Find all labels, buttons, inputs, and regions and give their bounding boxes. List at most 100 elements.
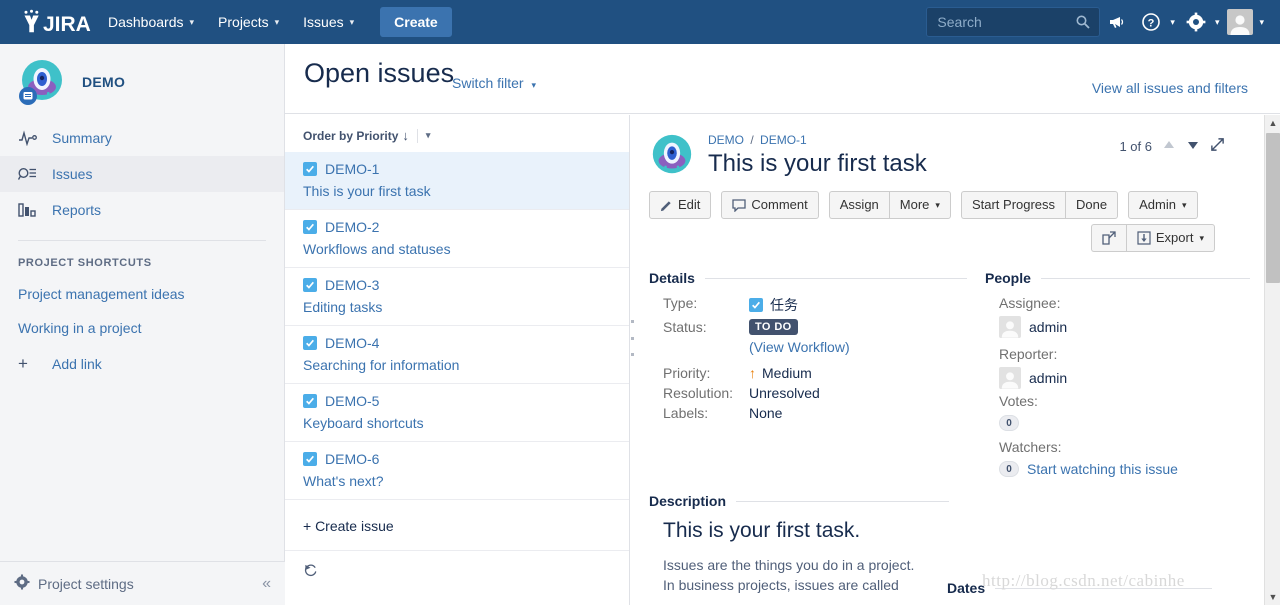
issue-key: DEMO-1 xyxy=(325,161,380,177)
add-link-button[interactable]: + Add link xyxy=(0,345,284,383)
pager-count: 1 of 6 xyxy=(1119,138,1152,154)
assignee-value-row[interactable]: admin xyxy=(985,316,1250,338)
chevron-down-icon: ▾ xyxy=(1199,233,1204,243)
jira-logo[interactable]: JIRA xyxy=(0,9,96,35)
field-type: Type: 任务 xyxy=(649,295,967,315)
task-type-icon xyxy=(749,298,763,312)
comment-button[interactable]: Comment xyxy=(721,191,819,219)
field-status: Status: TO DO xyxy=(649,319,967,335)
status-label: Status: xyxy=(663,319,707,335)
task-type-icon xyxy=(303,336,317,350)
share-button[interactable] xyxy=(1090,224,1126,252)
settings-menu[interactable]: ▾ xyxy=(1179,0,1224,44)
nav-dashboards[interactable]: Dashboards ▾ xyxy=(96,0,206,44)
more-label: More xyxy=(899,197,930,212)
view-all-issues-link[interactable]: View all issues and filters xyxy=(1092,80,1248,96)
issue-type-avatar-icon xyxy=(649,133,695,179)
issue-title: This is your first task xyxy=(708,150,927,177)
help-icon: ? xyxy=(1134,0,1168,44)
profile-menu[interactable]: ▾ xyxy=(1223,0,1268,44)
bar-chart-icon xyxy=(18,202,44,218)
order-by-control[interactable]: Order by Priority ↓ ▾ xyxy=(285,115,629,152)
search-box[interactable] xyxy=(926,7,1101,37)
plus-icon: + xyxy=(18,354,28,373)
type-label: Type: xyxy=(663,295,698,311)
status-badge[interactable]: TO DO xyxy=(749,319,798,335)
field-resolution: Resolution: Unresolved xyxy=(649,385,967,401)
project-avatar-icon xyxy=(18,58,66,106)
issue-summary: Workflows and statuses xyxy=(303,241,451,257)
issue-key: DEMO-3 xyxy=(325,277,380,293)
more-button[interactable]: More ▾ xyxy=(888,191,951,219)
start-watching-link[interactable]: Start watching this issue xyxy=(1027,461,1178,477)
issue-summary: What's next? xyxy=(303,473,384,489)
create-issue-button[interactable]: + Create issue xyxy=(285,500,629,551)
issue-key-row: DEMO-1 xyxy=(303,161,615,177)
assign-button[interactable]: Assign xyxy=(828,191,889,219)
start-progress-button[interactable]: Start Progress xyxy=(960,191,1066,219)
next-issue-icon[interactable] xyxy=(1186,138,1200,155)
help-menu[interactable]: ? ▾ xyxy=(1134,0,1179,44)
switch-filter-label: Switch filter xyxy=(452,75,524,91)
dates-section: Dates xyxy=(947,580,1212,605)
breadcrumb-project[interactable]: DEMO xyxy=(708,133,744,147)
add-link-label: Add link xyxy=(52,356,102,372)
labels-label: Labels: xyxy=(663,405,709,421)
section-divider xyxy=(1040,277,1250,279)
sidebar-item-reports[interactable]: Reports xyxy=(0,192,284,228)
switch-filter-button[interactable]: Switch filter ▾ xyxy=(452,75,536,91)
collapse-sidebar-icon[interactable]: « xyxy=(262,575,271,593)
sidebar-item-issues[interactable]: Issues xyxy=(0,156,284,192)
previous-issue-icon[interactable] xyxy=(1162,138,1176,155)
shortcut-project-management-ideas[interactable]: Project management ideas xyxy=(0,277,284,311)
sidebar-item-summary[interactable]: Summary xyxy=(0,120,284,156)
scroll-down-icon[interactable]: ▼ xyxy=(1265,589,1280,605)
votes-count-badge: 0 xyxy=(999,415,1019,431)
megaphone-icon[interactable] xyxy=(1100,0,1134,44)
reporter-value-row[interactable]: admin xyxy=(985,367,1250,389)
scrollbar-thumb[interactable] xyxy=(1266,133,1280,283)
issue-list-item-demo-5[interactable]: DEMO-5 Keyboard shortcuts xyxy=(285,384,629,442)
sidebar-item-summary-label: Summary xyxy=(52,130,112,146)
create-button[interactable]: Create xyxy=(380,7,452,37)
nav-issues[interactable]: Issues ▾ xyxy=(291,0,366,44)
issue-list-item-demo-6[interactable]: DEMO-6 What's next? xyxy=(285,442,629,500)
search-input[interactable] xyxy=(927,8,1100,36)
done-button[interactable]: Done xyxy=(1065,191,1119,219)
scroll-up-icon[interactable]: ▲ xyxy=(1265,115,1280,131)
issue-list-item-demo-2[interactable]: DEMO-2 Workflows and statuses xyxy=(285,210,629,268)
resolution-value: Unresolved xyxy=(749,385,820,401)
nav-projects[interactable]: Projects ▾ xyxy=(206,0,291,44)
panel-resize-handle[interactable] xyxy=(628,320,636,356)
chevron-down-icon[interactable]: ▾ xyxy=(426,130,431,141)
edit-button[interactable]: Edit xyxy=(649,191,712,219)
issue-list-item-demo-3[interactable]: DEMO-3 Editing tasks xyxy=(285,268,629,326)
project-settings-label[interactable]: Project settings xyxy=(38,576,134,592)
top-navigation-bar: JIRA Dashboards ▾ Projects ▾ Issues ▾ Cr… xyxy=(0,0,1280,44)
expand-icon[interactable] xyxy=(1210,137,1225,155)
gear-icon xyxy=(1179,0,1213,44)
project-settings-bar: Project settings « xyxy=(0,561,285,605)
export-button[interactable]: Export ▾ xyxy=(1125,224,1215,252)
issue-detail-panel: DEMO / DEMO-1 This is your first task 1 … xyxy=(631,115,1265,605)
priority-label: Priority: xyxy=(663,365,711,381)
issue-key-row: DEMO-3 xyxy=(303,277,615,293)
gear-icon[interactable] xyxy=(14,574,30,593)
refresh-icon[interactable] xyxy=(303,564,318,581)
assign-more-group: Assign More ▾ xyxy=(828,191,951,219)
issue-list-item-demo-4[interactable]: DEMO-4 Searching for information xyxy=(285,326,629,384)
avatar xyxy=(1223,0,1257,44)
chevron-down-icon: ▾ xyxy=(935,200,940,210)
vertical-scrollbar[interactable]: ▲ ▼ xyxy=(1264,115,1280,605)
chevron-down-icon: ▾ xyxy=(274,16,280,27)
labels-value: None xyxy=(749,405,783,421)
breadcrumb-issue-key[interactable]: DEMO-1 xyxy=(760,133,807,147)
shortcut-working-in-a-project[interactable]: Working in a project xyxy=(0,311,284,345)
people-section-header: People xyxy=(985,270,1250,286)
admin-button[interactable]: Admin ▾ xyxy=(1128,191,1198,219)
issue-list-item-demo-1[interactable]: DEMO-1 This is your first task xyxy=(285,152,629,210)
chevron-down-icon: ▾ xyxy=(531,80,536,90)
resolution-label: Resolution: xyxy=(663,385,734,401)
order-by-divider xyxy=(416,128,418,143)
view-workflow-link[interactable]: (View Workflow) xyxy=(749,339,850,355)
